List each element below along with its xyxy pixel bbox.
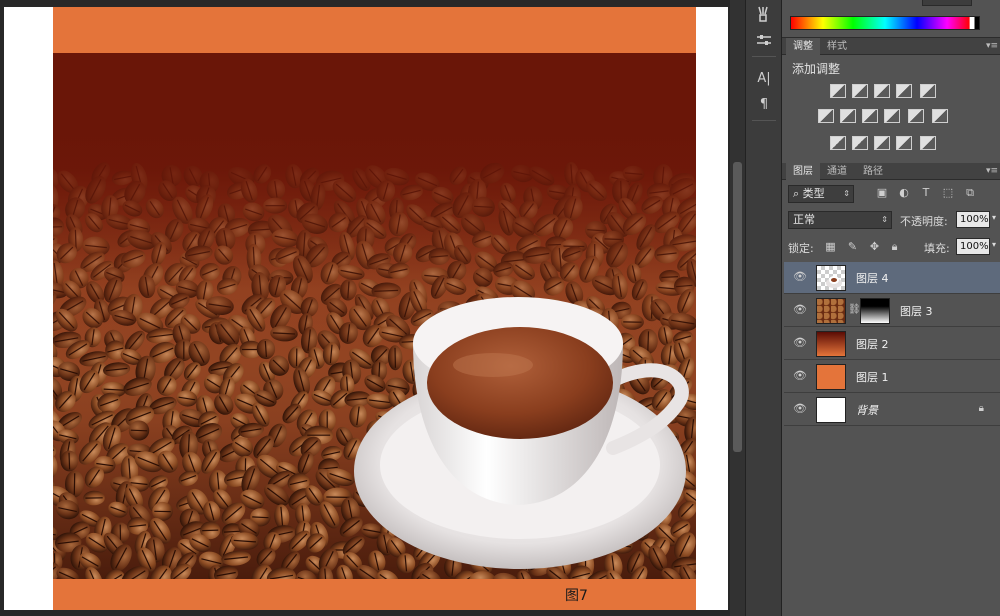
layer-thumbnail [816,265,846,291]
scrollbar-thumb[interactable] [733,162,742,452]
layer-name: 图层 4 [856,272,889,285]
lock-icon: 🔒︎ [978,403,984,414]
brightness-icon[interactable] [830,84,846,98]
chevron-down-icon[interactable]: ▾ [992,213,996,222]
color-spectrum[interactable] [790,16,980,30]
brush-preset-icon[interactable] [753,4,775,24]
figure-caption: 图7 [565,588,588,604]
lock-label: 锁定: [788,242,814,255]
layer-thumbnail [816,331,846,357]
vertical-scrollbar[interactable] [730,0,745,616]
filter-smart-object-icon[interactable]: ⧉ [964,187,976,199]
curves-icon[interactable] [874,84,890,98]
eye-icon[interactable]: 👁︎ [793,304,807,315]
chevron-down-icon[interactable]: ▾ [992,240,996,249]
layer-thumbnail [816,397,846,423]
posterize-icon[interactable] [852,136,868,150]
fill-label: 填充: [924,242,950,255]
chevron-updown-icon: ⇕ [843,189,850,198]
document-canvas[interactable]: 图7 [4,7,728,610]
layer-mask-thumbnail[interactable] [860,298,890,324]
lock-transparent-icon[interactable]: ▦ [824,240,837,253]
layer-name: 图层 1 [856,371,889,384]
color-panel [782,0,1000,38]
levels-icon[interactable] [852,84,868,98]
vibrance-icon[interactable] [920,84,936,98]
panel-tool-strip: A| ¶ [745,0,782,616]
panel-menu-icon[interactable]: ▾≡ [986,163,998,180]
filter-shape-icon[interactable]: ⬚ [942,187,954,199]
panel-menu-icon[interactable]: ▾≡ [986,38,998,55]
blend-mode-select[interactable]: 正常 ⇕ [788,211,892,229]
adjustments-tabbar: 调整 样式 ▾≡ [782,38,1000,55]
eye-icon[interactable]: 👁︎ [793,403,807,414]
black-white-icon[interactable] [862,109,878,123]
tab-channels[interactable]: 通道 [820,163,854,180]
character-icon[interactable]: A| [753,68,775,88]
layer-name: 背景 [856,404,878,417]
layer-name: 图层 2 [856,338,889,351]
tab-paths[interactable]: 路径 [856,163,890,180]
artboard[interactable]: 图7 [53,7,696,610]
photoshop-window: 图7 A| ¶ 调整 样式 ▾≡ 添加调整 图层 通道 路径 ▾≡ ⌕ 类型 ⇕… [0,0,1000,616]
sliders-icon[interactable] [753,30,775,50]
hsl-icon[interactable] [818,109,834,123]
right-panels: 调整 样式 ▾≡ 添加调整 图层 通道 路径 ▾≡ ⌕ 类型 ⇕ ▣ ◐ T ⬚… [782,0,1000,616]
orange-band-top [53,7,696,53]
layer-thumbnail [816,298,846,324]
tab-adjustments[interactable]: 调整 [786,38,820,55]
layer-row-3[interactable]: 👁︎ ⛓︎ 图层 3 [784,295,1000,327]
color-lookup-icon[interactable] [932,109,948,123]
layer-row-2[interactable]: 👁︎ 图层 2 [784,328,1000,360]
add-adjustment-title: 添加调整 [792,62,841,76]
layers-tabbar: 图层 通道 路径 ▾≡ [782,163,1000,180]
layer-thumbnail [816,364,846,390]
eye-icon[interactable]: 👁︎ [793,337,807,348]
invert-icon[interactable] [830,136,846,150]
layer-name: 图层 3 [900,305,933,318]
channel-mixer-icon[interactable] [908,109,924,123]
lock-paint-icon[interactable]: ✎ [846,240,859,253]
photo-filter-icon[interactable] [884,109,900,123]
layer-row-background[interactable]: 👁︎ 背景 🔒︎ [784,394,1000,426]
separator [752,120,776,121]
filter-type-icon[interactable]: T [920,187,932,199]
gradient-map-icon[interactable] [920,136,936,150]
tab-layers[interactable]: 图层 [786,163,820,180]
chevron-updown-icon: ⇕ [881,215,888,224]
selective-color-icon[interactable] [896,136,912,150]
orange-band-bottom [53,579,696,610]
color-value-box[interactable] [922,0,972,6]
opacity-label: 不透明度: [900,215,948,228]
link-icon[interactable]: ⛓︎ [848,304,861,315]
exposure-icon[interactable] [896,84,912,98]
color-balance-icon[interactable] [840,109,856,123]
tab-styles[interactable]: 样式 [820,38,854,55]
coffee-photo [53,53,696,579]
lock-position-icon[interactable]: ✥ [868,240,881,253]
layer-row-1[interactable]: 👁︎ 图层 1 [784,361,1000,393]
canvas-area[interactable]: 图7 [0,0,745,616]
separator [752,56,776,57]
eye-icon[interactable]: 👁︎ [793,370,807,381]
blend-mode-value: 正常 [793,213,815,226]
threshold-icon[interactable] [874,136,890,150]
coffee-illustration [53,53,696,579]
paragraph-icon[interactable]: ¶ [753,94,775,114]
filter-adjustment-icon[interactable]: ◐ [898,187,910,199]
layer-filter-select[interactable]: ⌕ 类型 ⇕ [788,185,854,203]
search-icon: ⌕ [793,187,803,200]
layer-row-4[interactable]: 👁︎ 图层 4 [784,262,1000,294]
filter-type-label: 类型 [802,187,825,200]
fill-input[interactable]: 100% [956,238,990,255]
lock-all-icon[interactable]: 🔒︎ [888,240,901,253]
eye-icon[interactable]: 👁︎ [793,271,807,282]
opacity-input[interactable]: 100% [956,211,990,228]
filter-pixel-icon[interactable]: ▣ [876,187,888,199]
